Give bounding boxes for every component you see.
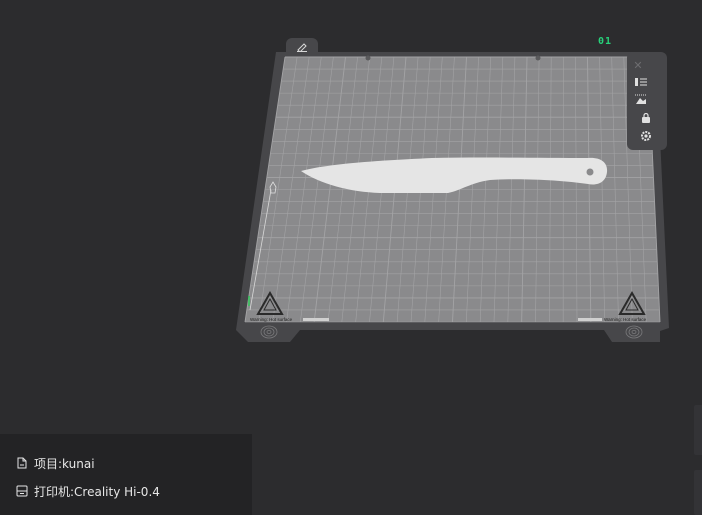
settings-gear-icon: [641, 131, 651, 141]
auto-orient-icon: [635, 94, 647, 104]
plate-index-label: 01: [598, 36, 613, 47]
printer-row: 打印机:Creality Hi-0.4: [16, 482, 160, 500]
warning-text-right: Warning: Hot surface: [604, 317, 647, 322]
lock-button[interactable]: [638, 110, 654, 126]
right-panel-handle-upper[interactable]: [694, 405, 702, 455]
edit-plate-button[interactable]: [286, 38, 318, 56]
project-info-panel: 项目:kunai 打印机:Creality Hi-0.4: [0, 434, 252, 515]
warning-text-left: Warning: Hot surface: [250, 317, 293, 322]
right-panel-handle-lower[interactable]: [694, 470, 702, 515]
arrange-button[interactable]: [631, 74, 651, 90]
printer-icon: [16, 485, 28, 497]
kunai-ring-hole: [586, 168, 594, 176]
bottom-slider-left: [303, 318, 329, 321]
file-icon: [17, 457, 27, 469]
settings-button[interactable]: [638, 128, 654, 144]
arrange-list-icon: [635, 78, 647, 86]
close-icon[interactable]: ✕: [630, 59, 646, 73]
bottom-slider-right: [578, 318, 602, 321]
project-row: 项目:kunai: [16, 454, 95, 472]
printer-label: 打印机:Creality Hi-0.4: [34, 484, 160, 499]
auto-orient-button[interactable]: [631, 92, 651, 108]
lock-icon: [642, 113, 650, 123]
plate-notch-right: [535, 55, 541, 61]
project-label: 项目:kunai: [34, 456, 95, 471]
plate-notch-left: [365, 55, 371, 61]
pencil-icon: [297, 43, 307, 52]
